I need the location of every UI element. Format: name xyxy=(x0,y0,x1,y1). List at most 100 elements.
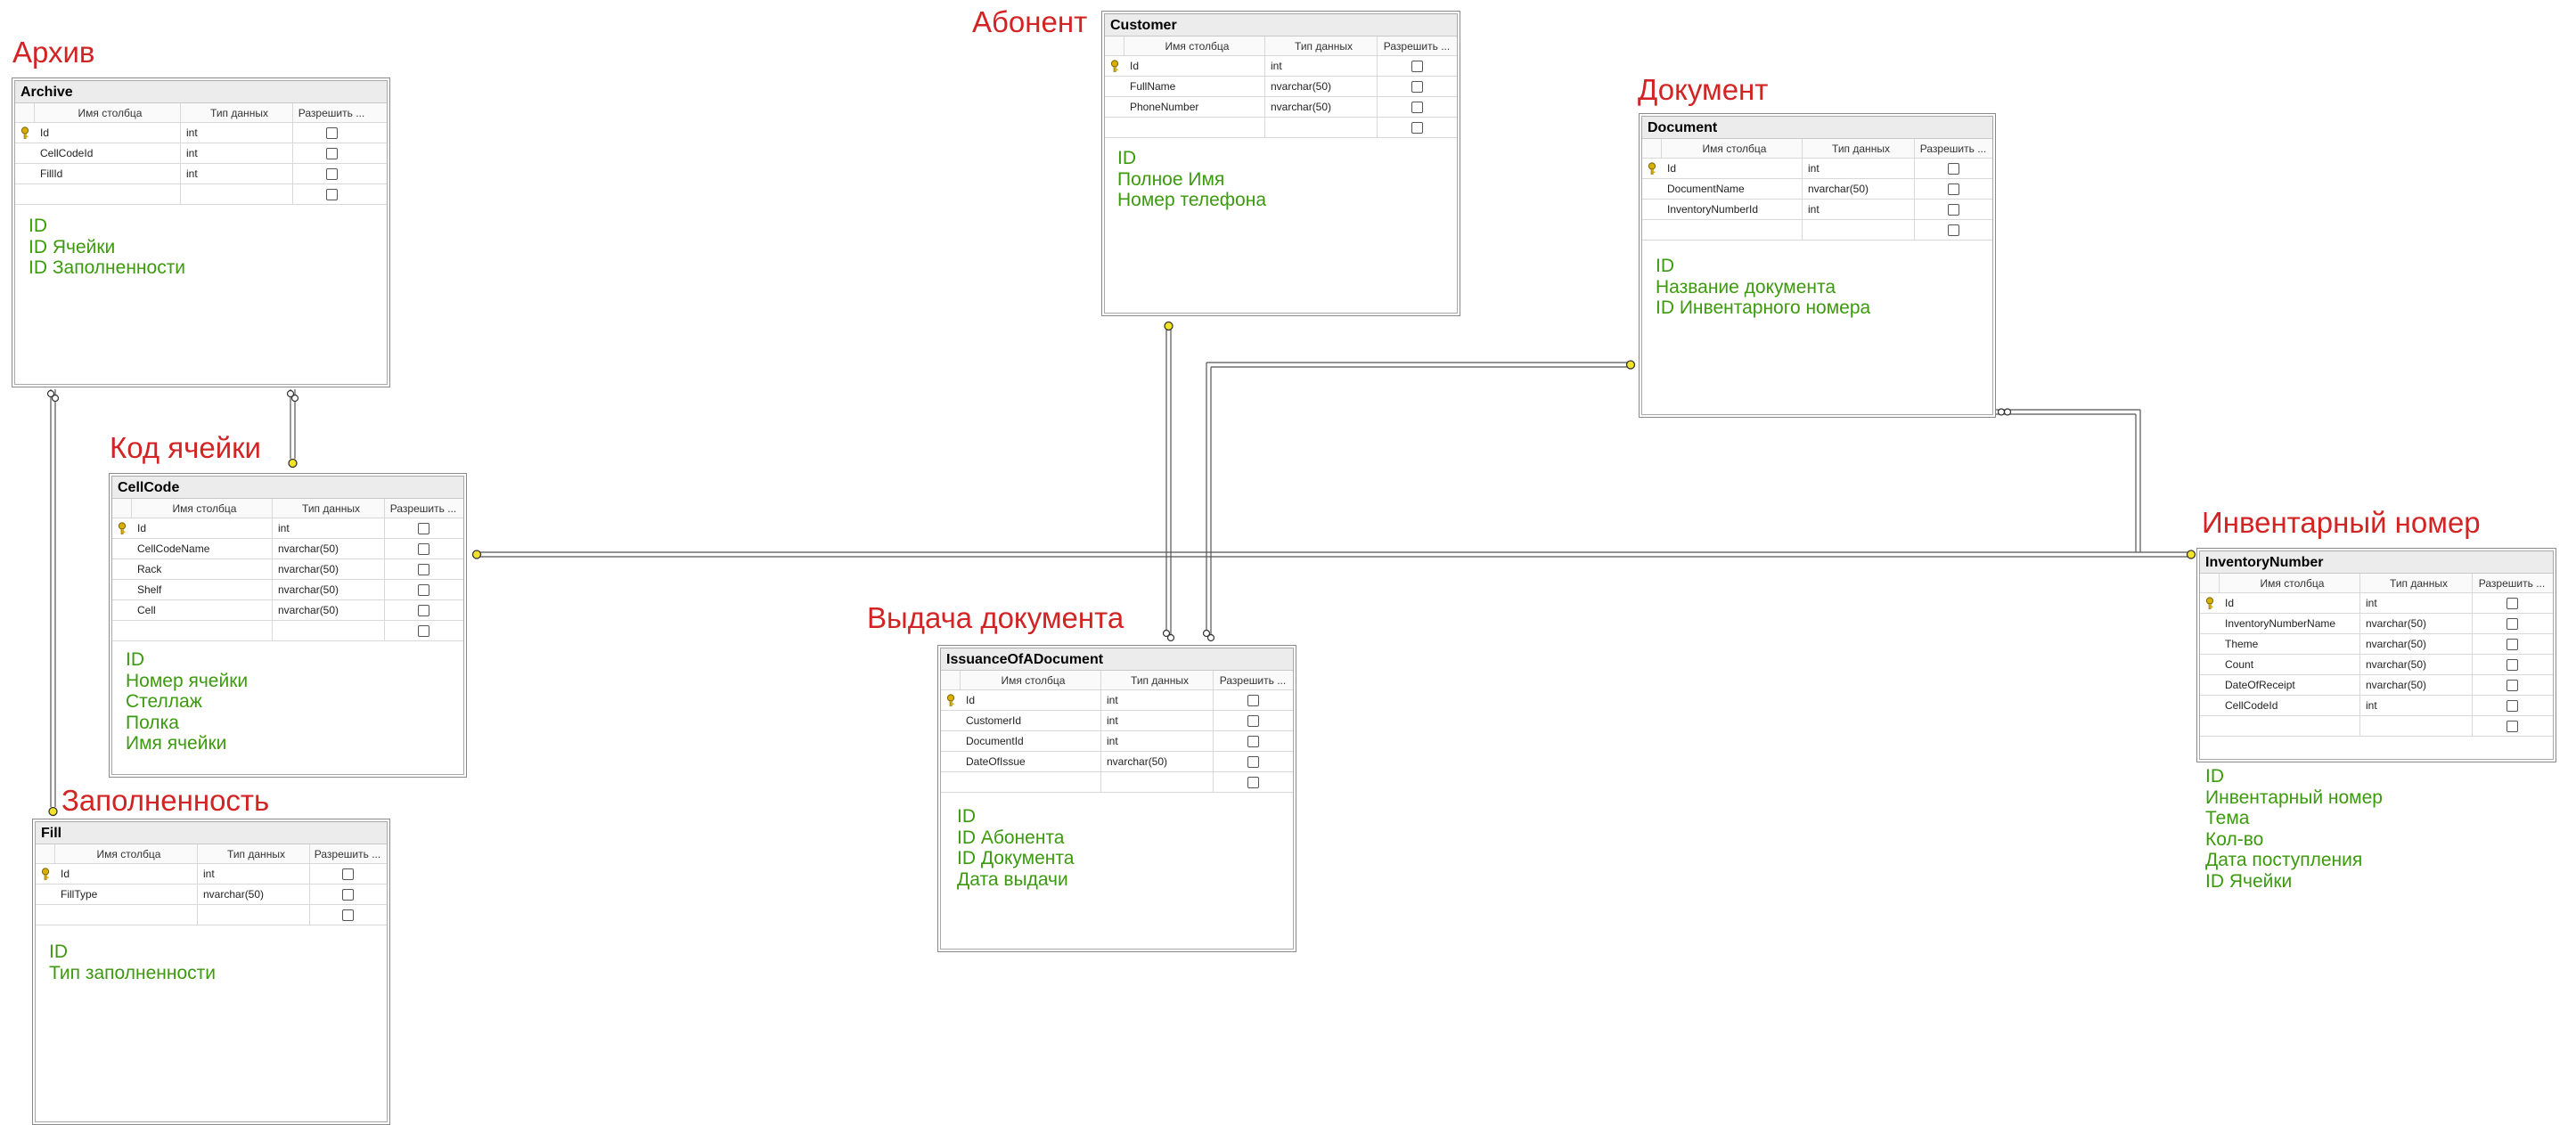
header-allow-nulls: Разрешить ... xyxy=(1383,40,1451,53)
column-grid: Имя столбца Тип данных Разрешить ... Id … xyxy=(1642,139,1992,240)
table-row-empty[interactable] xyxy=(1105,118,1457,138)
table-row-empty[interactable] xyxy=(1642,220,1992,240)
table-row[interactable]: DateOfReceipt nvarchar(50) xyxy=(2200,675,2553,696)
header-data-type: Тип данных xyxy=(273,499,385,518)
checkbox-icon[interactable] xyxy=(1247,755,1259,768)
checkbox-icon[interactable] xyxy=(1247,714,1259,727)
table-row[interactable]: CellCodeId int xyxy=(15,143,387,164)
field-notes-issuance: ID ID Абонента ID Документа Дата выдачи xyxy=(957,806,1075,890)
checkbox-icon[interactable] xyxy=(2506,658,2518,671)
checkbox-icon[interactable] xyxy=(1947,183,1959,195)
checkbox-icon[interactable] xyxy=(1247,694,1259,706)
table-row[interactable]: Id int xyxy=(15,123,387,143)
header-allow-nulls: Разрешить ... xyxy=(314,848,381,860)
checkbox-icon[interactable] xyxy=(417,522,429,534)
checkbox-icon[interactable] xyxy=(2506,720,2518,732)
header-data-type: Тип данных xyxy=(1803,139,1915,158)
header-column-name: Имя столбца xyxy=(2220,574,2360,592)
grid-header: Имя столбца Тип данных Разрешить ... xyxy=(2200,574,2553,593)
table-label-fill: Заполненность xyxy=(61,784,270,817)
checkbox-icon[interactable] xyxy=(2506,638,2518,650)
checkbox-icon[interactable] xyxy=(1947,203,1959,216)
table-row[interactable]: CustomerId int xyxy=(941,711,1293,731)
key-icon xyxy=(2205,597,2214,609)
key-icon xyxy=(1648,162,1656,175)
table-row[interactable]: Id int xyxy=(1642,159,1992,179)
table-inventory[interactable]: InventoryNumber Имя столбца Тип данных Р… xyxy=(2196,548,2556,762)
table-row[interactable]: Id int xyxy=(941,690,1293,711)
header-allow-nulls: Разрешить ... xyxy=(1919,143,1987,155)
checkbox-icon[interactable] xyxy=(2506,679,2518,691)
checkbox-icon[interactable] xyxy=(1411,121,1423,134)
checkbox-icon[interactable] xyxy=(1411,101,1423,113)
checkbox-icon[interactable] xyxy=(1411,60,1423,72)
table-row[interactable]: Theme nvarchar(50) xyxy=(2200,634,2553,655)
relationship-document-inventory[interactable] xyxy=(1996,409,2141,552)
table-label-inventory: Инвентарный номер xyxy=(2202,506,2481,539)
checkbox-icon[interactable] xyxy=(1411,80,1423,93)
table-row[interactable]: Cell nvarchar(50) xyxy=(112,600,463,621)
grid-header: Имя столбца Тип данных Разрешить ... xyxy=(112,499,463,518)
table-row-empty[interactable] xyxy=(36,905,387,925)
table-row[interactable]: CellCodeId int xyxy=(2200,696,2553,716)
table-row[interactable]: Id int xyxy=(36,864,387,885)
checkbox-icon[interactable] xyxy=(2506,617,2518,630)
checkbox-icon[interactable] xyxy=(1947,224,1959,236)
table-issuance[interactable]: IssuanceOfADocument Имя столбца Тип данн… xyxy=(937,645,1296,952)
checkbox-icon[interactable] xyxy=(417,624,429,637)
header-column-name: Имя столбца xyxy=(132,499,273,518)
table-row[interactable]: FillId int xyxy=(15,164,387,184)
table-title: Fill xyxy=(36,822,387,844)
column-grid: Имя столбца Тип данных Разрешить ... Id … xyxy=(1105,37,1457,138)
checkbox-icon[interactable] xyxy=(341,868,354,880)
table-label-archive: Архив xyxy=(12,36,95,69)
table-row[interactable]: FillType nvarchar(50) xyxy=(36,885,387,905)
checkbox-icon[interactable] xyxy=(417,542,429,555)
checkbox-icon[interactable] xyxy=(417,563,429,575)
checkbox-icon[interactable] xyxy=(1247,735,1259,747)
checkbox-icon[interactable] xyxy=(325,167,338,180)
field-notes-archive: ID ID Ячейки ID Заполненности xyxy=(29,216,186,278)
table-row[interactable]: Count nvarchar(50) xyxy=(2200,655,2553,675)
checkbox-icon[interactable] xyxy=(325,126,338,139)
checkbox-icon[interactable] xyxy=(417,583,429,596)
relationship-document-issuance[interactable] xyxy=(1206,362,1632,635)
table-row[interactable]: Id int xyxy=(1105,56,1457,77)
table-row[interactable]: FullName nvarchar(50) xyxy=(1105,77,1457,97)
checkbox-icon[interactable] xyxy=(2506,597,2518,609)
header-allow-nulls: Разрешить ... xyxy=(298,107,365,119)
checkbox-icon[interactable] xyxy=(325,188,338,200)
checkbox-icon[interactable] xyxy=(1247,776,1259,788)
relationship-archive-fill[interactable] xyxy=(50,389,56,807)
table-row-empty[interactable] xyxy=(112,621,463,641)
checkbox-icon[interactable] xyxy=(341,909,354,921)
table-row[interactable]: PhoneNumber nvarchar(50) xyxy=(1105,97,1457,118)
field-notes-fill: ID Тип заполненности xyxy=(49,942,216,983)
header-allow-nulls: Разрешить ... xyxy=(2478,577,2546,590)
checkbox-icon[interactable] xyxy=(341,888,354,901)
table-row[interactable]: Id int xyxy=(2200,593,2553,614)
header-data-type: Тип данных xyxy=(181,103,293,122)
checkbox-icon[interactable] xyxy=(417,604,429,616)
table-row[interactable]: DocumentId int xyxy=(941,731,1293,752)
checkbox-icon[interactable] xyxy=(1947,162,1959,175)
table-row[interactable]: Rack nvarchar(50) xyxy=(112,559,463,580)
table-row-empty[interactable] xyxy=(15,184,387,205)
table-row[interactable]: DateOfIssue nvarchar(50) xyxy=(941,752,1293,772)
table-row-empty[interactable] xyxy=(2200,716,2553,737)
relationship-cellcode-inventory[interactable] xyxy=(479,551,2188,558)
table-row[interactable]: CellCodeName nvarchar(50) xyxy=(112,539,463,559)
table-row[interactable]: Shelf nvarchar(50) xyxy=(112,580,463,600)
table-row[interactable]: InventoryNumberId int xyxy=(1642,200,1992,220)
table-row[interactable]: DocumentName nvarchar(50) xyxy=(1642,179,1992,200)
grid-header: Имя столбца Тип данных Разрешить ... xyxy=(941,671,1293,690)
checkbox-icon[interactable] xyxy=(2506,699,2518,712)
table-row[interactable]: Id int xyxy=(112,518,463,539)
relationship-customer-issuance[interactable] xyxy=(1165,326,1172,635)
key-icon xyxy=(41,868,50,880)
checkbox-icon[interactable] xyxy=(325,147,338,159)
table-row-empty[interactable] xyxy=(941,772,1293,793)
column-grid: Имя столбца Тип данных Разрешить ... Id … xyxy=(36,844,387,925)
table-row[interactable]: InventoryNumberName nvarchar(50) xyxy=(2200,614,2553,634)
field-notes-document: ID Название документа ID Инвентарного номе… xyxy=(1656,256,1871,318)
